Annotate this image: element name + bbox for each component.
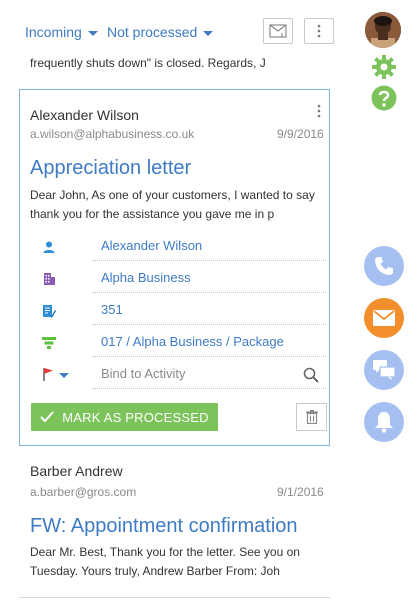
body-line: Dear Mr. Best, Thank you for the letter.… xyxy=(30,545,300,559)
envelope-icon xyxy=(373,310,395,326)
compose-email-button[interactable] xyxy=(263,18,293,44)
avatar[interactable] xyxy=(365,12,401,48)
filter-status-label: Not processed xyxy=(107,24,198,40)
funnel-icon xyxy=(42,337,56,349)
sender-email: a.barber@gros.com xyxy=(30,485,137,499)
contact-link[interactable]: Alexander Wilson xyxy=(92,232,326,261)
filter-type-label: Incoming xyxy=(25,24,82,40)
flag-icon xyxy=(43,368,53,381)
mark-as-processed-button[interactable]: MARK AS PROCESSED xyxy=(31,403,218,431)
user-photo-icon xyxy=(365,12,401,48)
sender-name: Barber Andrew xyxy=(30,463,123,479)
opportunity-link[interactable]: 017 / Alpha Business / Package xyxy=(92,328,326,357)
toolbar: Incoming Not processed xyxy=(0,0,352,58)
kebab-menu-icon xyxy=(317,24,321,38)
email-card-selected[interactable]: Alexander Wilson a.wilson@alphabusiness.… xyxy=(19,89,330,446)
search-icon[interactable] xyxy=(303,367,319,383)
envelope-plus-icon xyxy=(269,24,287,38)
gear-icon xyxy=(372,55,396,79)
building-icon xyxy=(44,273,55,285)
notifications-panel-button[interactable] xyxy=(364,402,404,442)
mark-as-processed-label: MARK AS PROCESSED xyxy=(62,409,209,425)
help-icon xyxy=(371,85,397,111)
phone-panel-button[interactable] xyxy=(364,246,404,286)
body-line: Tuesday. Yours truly, Andrew Barber From… xyxy=(30,564,280,578)
document-edit-icon xyxy=(43,305,56,318)
activity-field: Bind to Activity xyxy=(20,360,331,390)
sender-email: a.wilson@alphabusiness.co.uk xyxy=(30,127,195,141)
previous-email-snippet: frequently shuts down" is closed. Regard… xyxy=(30,56,266,70)
list-divider xyxy=(19,597,330,598)
chat-icon xyxy=(373,360,395,380)
document-link[interactable]: 351 xyxy=(92,296,326,325)
chat-panel-button[interactable] xyxy=(364,350,404,390)
filter-status-dropdown[interactable]: Not processed xyxy=(107,24,214,40)
chevron-down-icon xyxy=(203,30,214,36)
email-panel-button[interactable] xyxy=(364,298,404,338)
filter-type-dropdown[interactable]: Incoming xyxy=(25,24,98,40)
bind-activity-input[interactable]: Bind to Activity xyxy=(92,360,326,389)
email-date: 9/1/2016 xyxy=(277,485,324,499)
activity-flag-dropdown[interactable] xyxy=(42,367,69,381)
chevron-down-icon xyxy=(59,372,69,378)
email-card[interactable]: Barber Andrew a.barber@gros.com 9/1/2016… xyxy=(19,448,330,598)
bell-icon xyxy=(375,412,393,433)
more-actions-button[interactable] xyxy=(304,18,334,44)
document-field: 351 xyxy=(20,296,331,326)
sender-name: Alexander Wilson xyxy=(30,107,139,123)
email-list-panel: Incoming Not processed frequently shuts … xyxy=(0,0,352,603)
trash-icon xyxy=(305,410,318,424)
checkmark-icon xyxy=(40,411,55,423)
email-body-preview: Dear Mr. Best, Thank you for the letter.… xyxy=(30,543,300,581)
chevron-down-icon xyxy=(87,30,98,36)
account-link[interactable]: Alpha Business xyxy=(92,264,326,293)
body-line: Dear John, As one of your customers, I w… xyxy=(30,188,315,202)
phone-icon xyxy=(375,257,393,275)
body-line: thank you for the assistance you gave me… xyxy=(30,207,275,221)
contact-field: Alexander Wilson xyxy=(20,232,331,262)
delete-button[interactable] xyxy=(296,403,327,431)
email-body-preview: Dear John, As one of your customers, I w… xyxy=(30,186,315,224)
email-date: 9/9/2016 xyxy=(277,127,324,141)
opportunity-field: 017 / Alpha Business / Package xyxy=(20,328,331,358)
email-subject[interactable]: FW: Appointment confirmation xyxy=(30,515,298,538)
kebab-menu-icon[interactable] xyxy=(317,104,321,118)
help-button[interactable] xyxy=(371,85,397,116)
email-subject[interactable]: Appreciation letter xyxy=(30,157,191,180)
settings-button[interactable] xyxy=(372,55,396,84)
contact-icon xyxy=(43,241,55,253)
right-sidebar xyxy=(352,0,414,603)
account-field: Alpha Business xyxy=(20,264,331,294)
